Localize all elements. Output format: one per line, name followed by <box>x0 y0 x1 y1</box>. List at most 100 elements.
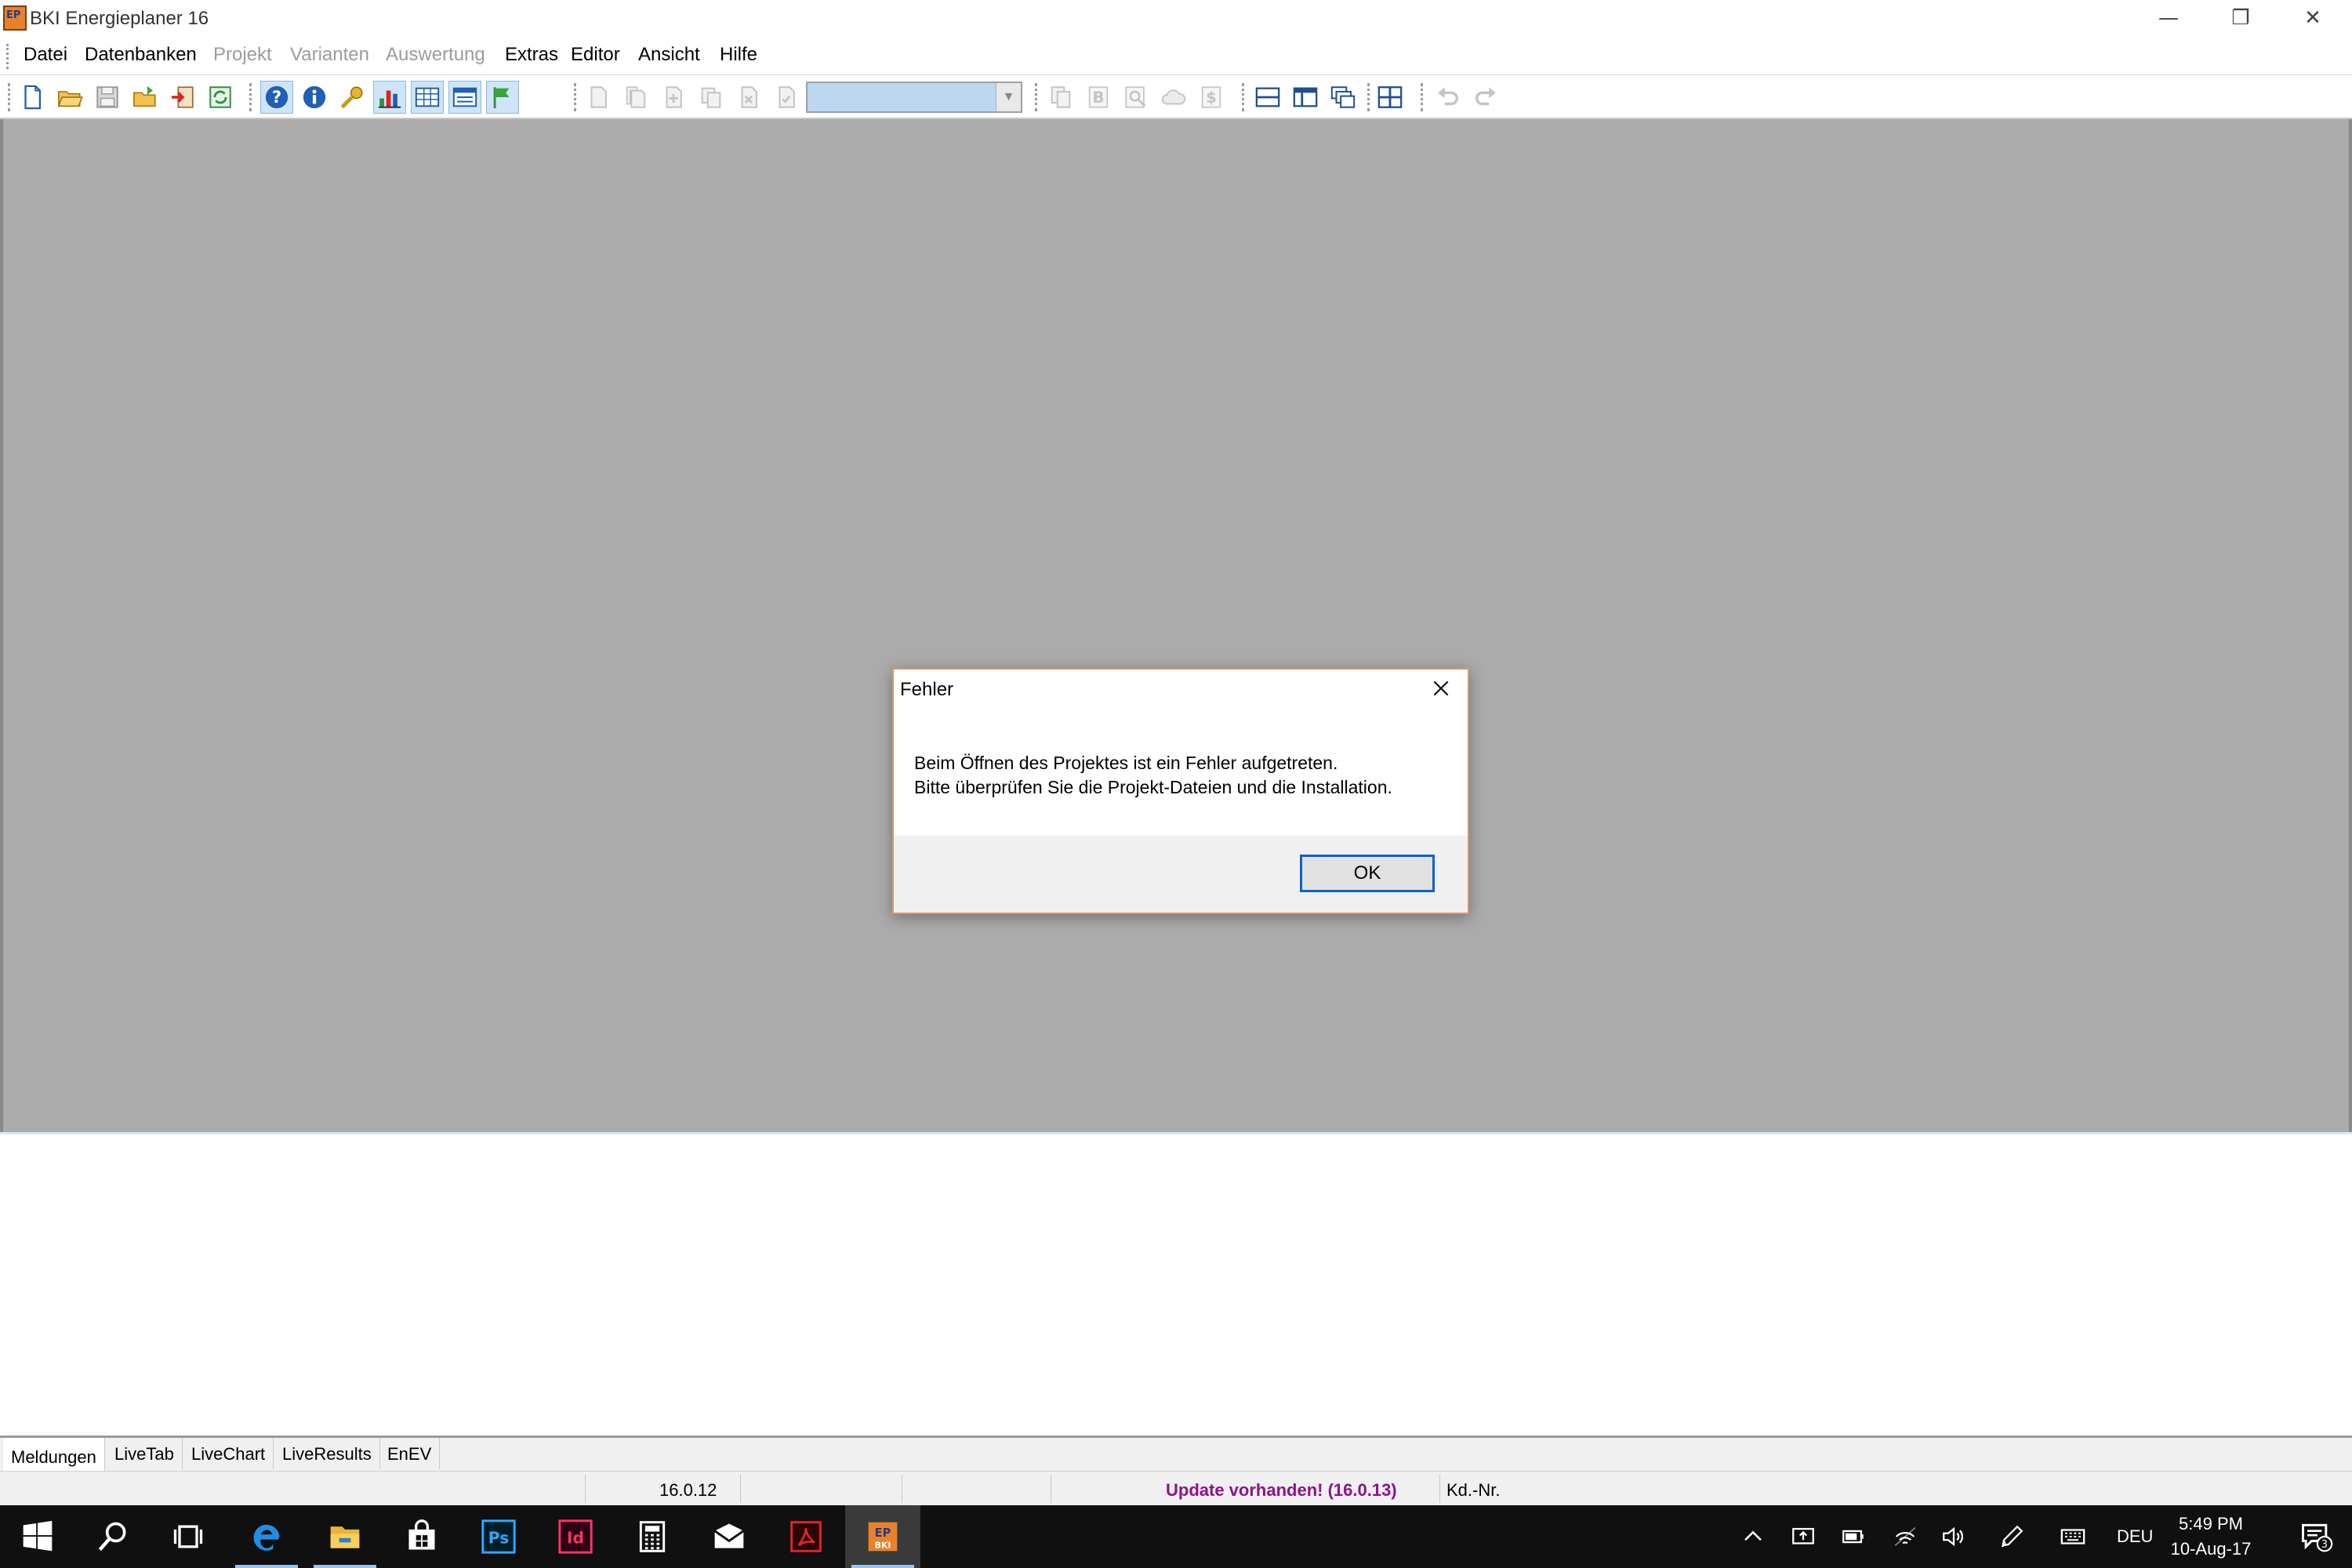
layout-vertical-button[interactable] <box>1289 81 1322 114</box>
start-button[interactable] <box>0 1505 75 1568</box>
duplicate-element-button[interactable] <box>695 81 728 114</box>
status-update-notice[interactable]: Update vorhanden! (16.0.13) <box>1166 1480 1397 1501</box>
restore-icon: ❐ <box>2231 6 2250 30</box>
acrobat-app-button[interactable] <box>768 1505 844 1568</box>
tray-clock[interactable]: 5:49 PM 10-Aug-17 <box>2162 1512 2259 1562</box>
undo-button[interactable] <box>1432 81 1465 114</box>
variant-combobox[interactable]: ▼ <box>806 82 1022 113</box>
help-button[interactable]: ? <box>260 81 293 114</box>
tray-display-button[interactable] <box>1788 1521 1819 1552</box>
search-icon <box>98 1522 126 1551</box>
tab-liveresults[interactable]: LiveResults <box>274 1438 380 1469</box>
close-window-button[interactable]: ✕ <box>2277 0 2349 36</box>
layout-cascade-button[interactable] <box>1327 81 1359 114</box>
svg-text:?: ? <box>272 88 281 107</box>
tray-keyboard-button[interactable] <box>2057 1521 2089 1552</box>
indesign-app-button[interactable]: Id <box>538 1505 613 1568</box>
search-taskbar-button[interactable] <box>75 1505 151 1568</box>
liveresults-toggle-button[interactable] <box>448 81 481 114</box>
toolbar-grip[interactable] <box>1242 83 1245 111</box>
layout-horizontal-button[interactable] <box>1251 81 1284 114</box>
dialog-message-line-1: Beim Öffnen des Projektes ist ein Fehler… <box>914 753 1338 773</box>
tray-wifi-button[interactable] <box>1889 1521 1921 1552</box>
restore-button[interactable]: ❐ <box>2205 0 2277 36</box>
bki-logo-label: BKI <box>874 1541 891 1551</box>
toolbar-grip[interactable] <box>249 83 252 111</box>
bki-energieplaner-app-button[interactable]: EP BKI <box>845 1505 920 1568</box>
tray-input-language[interactable]: DEU <box>2117 1526 2153 1547</box>
copy-variant-button[interactable] <box>619 81 652 114</box>
toolbar-grip[interactable] <box>1035 83 1038 111</box>
menu-grip[interactable] <box>6 44 9 69</box>
menu-ansicht[interactable]: Ansicht <box>638 44 700 66</box>
livechart-toggle-button[interactable] <box>373 81 406 114</box>
mail-app-button[interactable] <box>691 1505 767 1568</box>
store-bag-icon <box>408 1519 435 1550</box>
currency-button[interactable]: $ <box>1195 81 1228 114</box>
copy-button[interactable] <box>1044 81 1077 114</box>
speaker-volume-icon <box>1943 1526 1963 1547</box>
tray-battery-button[interactable] <box>1838 1521 1869 1552</box>
delete-element-button[interactable] <box>732 81 765 114</box>
tray-time: 5:49 PM <box>2179 1514 2243 1534</box>
new-variant-button[interactable] <box>582 81 615 114</box>
new-file-button[interactable] <box>16 81 49 114</box>
toolbar-grip[interactable] <box>8 83 11 111</box>
redo-button[interactable] <box>1469 81 1502 114</box>
menu-datenbanken[interactable]: Datenbanken <box>85 44 197 66</box>
add-element-button[interactable] <box>657 81 690 114</box>
toolbar-grip[interactable] <box>574 83 577 111</box>
settings-button[interactable] <box>336 81 368 114</box>
menu-extras[interactable]: Extras <box>505 44 558 66</box>
search-button[interactable] <box>1120 81 1152 114</box>
bold-button[interactable]: B <box>1082 81 1115 114</box>
livetab-toggle-button[interactable] <box>411 81 444 114</box>
tab-enev[interactable]: EnEV <box>379 1438 441 1469</box>
split-horizontal-icon <box>1255 87 1280 107</box>
file-explorer-app-button[interactable] <box>307 1505 383 1568</box>
minimize-button[interactable]: — <box>2132 0 2205 36</box>
calculator-app-button[interactable] <box>615 1505 690 1568</box>
display-upload-icon <box>1792 1527 1814 1544</box>
open-project-button[interactable] <box>129 81 162 114</box>
status-bar: 16.0.12 Update vorhanden! (16.0.13) Kd.-… <box>0 1471 2352 1505</box>
menu-varianten[interactable]: Varianten <box>290 44 369 66</box>
action-center-button[interactable]: 3 <box>2299 1519 2333 1554</box>
menu-hilfe[interactable]: Hilfe <box>720 44 757 66</box>
open-folder-button[interactable] <box>53 81 86 114</box>
export-button[interactable] <box>166 81 199 114</box>
check-element-button[interactable] <box>770 81 803 114</box>
save-button[interactable] <box>91 81 124 114</box>
dialog-message-line-2: Bitte überprüfen Sie die Projekt-Dateien… <box>914 777 1392 797</box>
toolbar-grip[interactable] <box>1367 83 1370 111</box>
menu-projekt[interactable]: Projekt <box>213 44 272 66</box>
tab-meldungen[interactable]: Meldungen <box>3 1438 105 1471</box>
store-app-button[interactable] <box>384 1505 459 1568</box>
enev-toggle-button[interactable] <box>486 81 519 114</box>
chevron-down-icon[interactable]: ▼ <box>996 83 1021 111</box>
tab-livetab[interactable]: LiveTab <box>107 1438 183 1469</box>
layout-tile-button[interactable] <box>1374 81 1406 114</box>
photoshop-app-button[interactable]: Ps <box>461 1505 536 1568</box>
refresh-button[interactable] <box>204 81 237 114</box>
flag-icon <box>493 87 510 109</box>
task-view-button[interactable] <box>151 1505 226 1568</box>
calculator-icon <box>639 1521 666 1552</box>
tray-pen-button[interactable] <box>1996 1521 2027 1552</box>
show-hidden-icons-button[interactable] <box>1737 1521 1769 1552</box>
menu-datei[interactable]: Datei <box>24 44 67 66</box>
edge-app-button[interactable] <box>229 1505 304 1568</box>
ok-button[interactable]: OK <box>1300 855 1435 892</box>
dialog-close-button[interactable] <box>1422 673 1460 704</box>
info-button[interactable] <box>298 81 331 114</box>
climate-button[interactable] <box>1157 81 1190 114</box>
tab-livechart[interactable]: LiveChart <box>183 1438 274 1469</box>
menu-editor[interactable]: Editor <box>571 44 620 66</box>
toolbar: ? ▼ B $ <box>0 75 2352 119</box>
svg-text:B: B <box>1092 89 1104 107</box>
duplicate-icon <box>701 87 721 108</box>
menu-auswertung[interactable]: Auswertung <box>386 44 485 66</box>
app-logo-icon: EP <box>3 5 27 31</box>
tray-volume-button[interactable] <box>1938 1521 1969 1552</box>
toolbar-grip[interactable] <box>1421 83 1424 111</box>
